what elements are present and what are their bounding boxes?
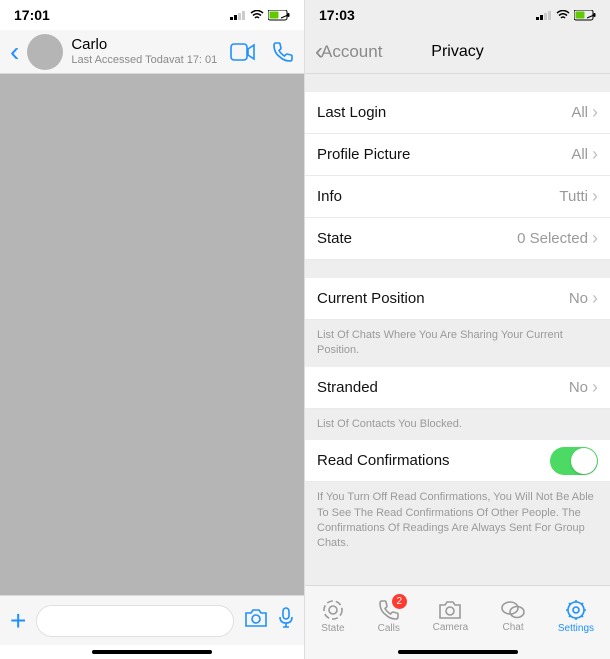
camera-icon — [438, 599, 462, 621]
home-indicator — [305, 645, 610, 659]
row-label: Info — [317, 188, 342, 205]
status-icon — [321, 598, 345, 622]
row-read-confirmations: Read Confirmations — [305, 440, 610, 482]
privacy-settings-screen: 17:03 ‹ Account Privacy Last Login All› … — [305, 0, 610, 659]
chat-title-block[interactable]: Carlo Last Accessed Todavat 17: 01 — [71, 37, 222, 66]
settings-list[interactable]: Last Login All› Profile Picture All› Inf… — [305, 74, 610, 585]
chat-messages-area[interactable] — [0, 74, 304, 595]
row-label: State — [317, 230, 352, 247]
status-time: 17:01 — [14, 7, 50, 23]
tab-calls[interactable]: 2 Calls — [377, 598, 401, 634]
row-state[interactable]: State 0 Selected› — [305, 218, 610, 260]
voice-call-icon[interactable] — [272, 41, 294, 63]
page-title: Privacy — [431, 43, 483, 61]
row-value: All — [571, 146, 588, 163]
home-indicator — [0, 645, 304, 659]
row-value: 0 Selected — [517, 230, 588, 247]
chevron-right-icon: › — [592, 102, 598, 123]
last-seen-label: Last Accessed Todavat 17: 01 — [71, 54, 222, 66]
row-value: No — [569, 290, 588, 307]
row-stranded[interactable]: Stranded No› — [305, 367, 610, 409]
tab-label: Calls — [378, 623, 400, 634]
tab-label: Chat — [502, 622, 523, 633]
row-info[interactable]: Info Tutti› — [305, 176, 610, 218]
footer-position: List Of Chats Where You Are Sharing Your… — [305, 320, 610, 367]
row-label: Read Confirmations — [317, 452, 450, 469]
avatar[interactable] — [27, 34, 63, 70]
settings-nav-header: ‹ Account Privacy — [305, 30, 610, 74]
tab-label: Camera — [433, 622, 469, 633]
row-value: No — [569, 379, 588, 396]
chat-screen: 17:01 ‹ Carlo Last Accessed Todavat 17: … — [0, 0, 305, 659]
status-icons — [536, 10, 596, 21]
back-to-account[interactable]: ‹ Account — [315, 38, 382, 66]
footer-read: If You Turn Off Read Confirmations, You … — [305, 482, 610, 560]
video-call-icon[interactable] — [230, 43, 256, 61]
status-bar-left: 17:01 — [0, 0, 304, 30]
chevron-right-icon: › — [592, 228, 598, 249]
row-value: All — [571, 104, 588, 121]
message-input[interactable] — [36, 605, 234, 637]
tab-bar: State 2 Calls Camera Chat Settings — [305, 585, 610, 645]
gear-icon — [564, 598, 588, 622]
status-time: 17:03 — [319, 7, 355, 23]
row-label: Stranded — [317, 379, 378, 396]
row-label: Current Position — [317, 290, 425, 307]
camera-icon[interactable] — [244, 608, 268, 633]
tab-state[interactable]: State — [321, 598, 345, 634]
calls-badge: 2 — [392, 594, 407, 609]
tab-chat[interactable]: Chat — [500, 599, 526, 633]
chat-header: ‹ Carlo Last Accessed Todavat 17: 01 — [0, 30, 304, 74]
row-current-position[interactable]: Current Position No› — [305, 278, 610, 320]
microphone-icon[interactable] — [278, 607, 294, 634]
tab-label: Settings — [558, 623, 594, 634]
row-label: Last Login — [317, 104, 386, 121]
row-profile-picture[interactable]: Profile Picture All› — [305, 134, 610, 176]
status-bar-right: 17:03 — [305, 0, 610, 30]
chat-input-bar: + — [0, 595, 304, 645]
row-label: Profile Picture — [317, 146, 410, 163]
tab-label: State — [321, 623, 344, 634]
chat-icon — [500, 599, 526, 621]
row-last-login[interactable]: Last Login All› — [305, 92, 610, 134]
tab-camera[interactable]: Camera — [433, 599, 469, 633]
status-icons — [230, 10, 290, 21]
tab-settings[interactable]: Settings — [558, 598, 594, 634]
chevron-right-icon: › — [592, 186, 598, 207]
back-label: Account — [321, 42, 382, 62]
chevron-right-icon: › — [592, 288, 598, 309]
attach-icon[interactable]: + — [10, 605, 26, 637]
chevron-right-icon: › — [592, 144, 598, 165]
footer-stranded: List Of Contacts You Blocked. — [305, 409, 610, 440]
chevron-right-icon: › — [592, 377, 598, 398]
row-value: Tutti — [559, 188, 588, 205]
read-confirmations-toggle[interactable] — [550, 447, 598, 475]
contact-name: Carlo — [71, 37, 222, 54]
back-icon[interactable]: ‹ — [10, 36, 19, 68]
